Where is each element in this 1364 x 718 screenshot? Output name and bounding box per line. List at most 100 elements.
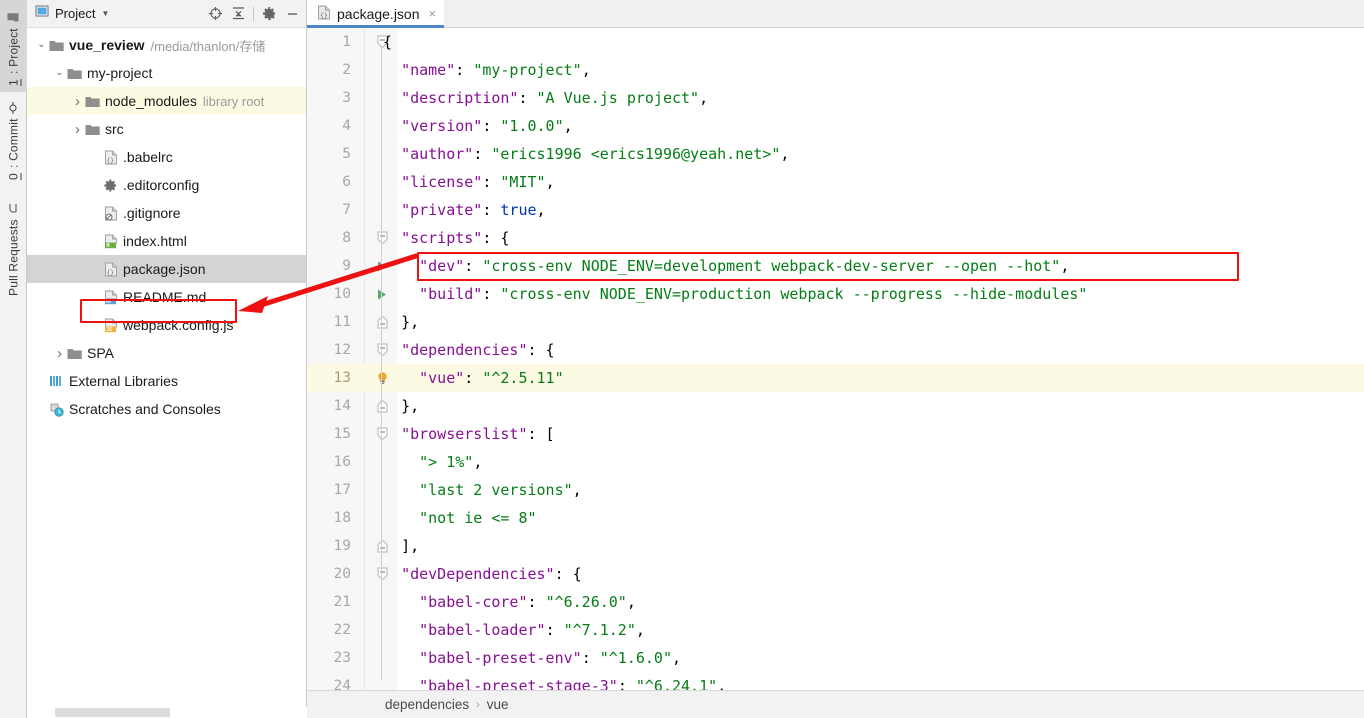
code-text: "dependencies": { xyxy=(401,341,555,359)
line-number: 9 xyxy=(342,258,351,274)
code-line-7[interactable]: 7 "private": true, xyxy=(307,196,1364,224)
code-line-23[interactable]: 23 "babel-preset-env": "^1.6.0", xyxy=(307,644,1364,672)
chevron-down-icon[interactable]: ⌄ xyxy=(35,40,48,50)
code-line-12[interactable]: 12 "dependencies": { xyxy=(307,336,1364,364)
code-line-15[interactable]: 15 "browserslist": [ xyxy=(307,420,1364,448)
project-panel-toolbar xyxy=(207,6,302,22)
json-file-icon: {} xyxy=(317,5,331,23)
gear-icon[interactable] xyxy=(261,6,277,22)
tree-item-label: index.html xyxy=(123,233,187,249)
code-line-16[interactable]: 16 "> 1%", xyxy=(307,448,1364,476)
code-line-8[interactable]: 8 "scripts": { xyxy=(307,224,1364,252)
code-line-6[interactable]: 6 "license": "MIT", xyxy=(307,168,1364,196)
chevron-down-icon[interactable]: ▼ xyxy=(101,9,109,18)
locate-target-icon[interactable] xyxy=(207,6,223,22)
tree-item-src[interactable]: › src xyxy=(27,115,306,143)
code-line-22[interactable]: 22 "babel-loader": "^7.1.2", xyxy=(307,616,1364,644)
code-text: }, xyxy=(401,397,420,415)
code-line-13[interactable]: 13 "vue": "^2.5.11" xyxy=(307,364,1364,392)
line-number: 20 xyxy=(333,566,351,582)
tree-item-package-json[interactable]: {} package.json xyxy=(27,255,306,283)
code-text: { xyxy=(383,33,393,51)
code-text: "babel-loader": "^7.1.2", xyxy=(419,621,645,639)
code-line-4[interactable]: 4 "version": "1.0.0", xyxy=(307,112,1364,140)
tree-item-webpack-config-js[interactable]: JS webpack.config.js xyxy=(27,311,306,339)
code-line-18[interactable]: 18 "not ie <= 8" xyxy=(307,504,1364,532)
toolwindow-tab-pull-requests[interactable]: Pull Requests xyxy=(0,190,27,302)
markdown-file-icon: MD xyxy=(102,290,119,305)
external-libraries-icon xyxy=(48,374,65,388)
tree-item-vue-review[interactable]: ⌄ vue_review/media/thanlon/存储 xyxy=(27,31,306,59)
code-viewport[interactable]: 1{2 "name": "my-project", 3 "description"… xyxy=(307,28,1364,690)
tree-item-editorconfig[interactable]: .editorconfig xyxy=(27,171,306,199)
code-line-9[interactable]: 9 "dev": "cross-env NODE_ENV=development… xyxy=(307,252,1364,280)
json-file-icon: {} xyxy=(102,262,119,277)
code-line-14[interactable]: 14 }, xyxy=(307,392,1364,420)
code-lines: 1{2 "name": "my-project", 3 "description"… xyxy=(307,28,1364,690)
code-line-21[interactable]: 21 "babel-core": "^6.26.0", xyxy=(307,588,1364,616)
line-number: 4 xyxy=(342,118,351,134)
code-text: "last 2 versions", xyxy=(419,481,582,499)
project-file-tree[interactable]: ⌄ vue_review/media/thanlon/存储 ⌄ my-project ›… xyxy=(27,28,306,718)
tree-item-label: .gitignore xyxy=(123,205,181,221)
tree-item-readme-md[interactable]: MD README.md xyxy=(27,283,306,311)
fold-connector xyxy=(381,356,382,400)
chevron-down-icon[interactable]: ⌄ xyxy=(53,68,66,78)
folder-icon xyxy=(84,95,101,108)
editor-tab-package-json[interactable]: {} package.json × xyxy=(307,0,445,28)
collapse-all-icon[interactable] xyxy=(230,6,246,22)
tree-item-label: src xyxy=(105,121,124,137)
code-text: "> 1%", xyxy=(419,453,483,471)
breadcrumb-item-dependencies[interactable]: dependencies xyxy=(385,697,469,712)
line-number: 6 xyxy=(342,174,351,190)
code-text: "babel-core": "^6.26.0", xyxy=(419,593,636,611)
tree-item-spa[interactable]: › SPA xyxy=(27,339,306,367)
toolwindow-tab-project[interactable]: 1: Project xyxy=(0,0,27,92)
code-text: "author": "erics1996 <erics1996@yeah.net… xyxy=(401,145,790,163)
code-line-2[interactable]: 2 "name": "my-project", xyxy=(307,56,1364,84)
project-panel-header: Project ▼ xyxy=(27,0,306,28)
tree-item-label: package.json xyxy=(123,261,206,277)
tree-item-gitignore[interactable]: .gitignore xyxy=(27,199,306,227)
tree-item-index-html[interactable]: Hindex.html xyxy=(27,227,306,255)
code-text: "dev": "cross-env NODE_ENV=development w… xyxy=(419,257,1070,275)
chevron-right-icon[interactable]: › xyxy=(71,122,84,137)
toolwindow-tab-commit-num: 0 xyxy=(6,173,21,180)
line-number: 8 xyxy=(342,230,351,246)
code-line-20[interactable]: 20 "devDependencies": { xyxy=(307,560,1364,588)
tree-item-external-libraries[interactable]: External Libraries xyxy=(27,367,306,395)
folder-icon xyxy=(7,12,21,23)
code-line-11[interactable]: 11 }, xyxy=(307,308,1364,336)
chevron-right-icon[interactable]: › xyxy=(53,346,66,361)
project-panel-hscrollbar[interactable] xyxy=(27,707,307,718)
tree-item-scratches-and-consoles[interactable]: Scratches and Consoles xyxy=(27,395,306,423)
code-text: "browserslist": [ xyxy=(401,425,555,443)
tree-item-label: my-project xyxy=(87,65,153,81)
folder-icon xyxy=(66,67,83,80)
breadcrumb-item-vue[interactable]: vue xyxy=(487,697,509,712)
line-number: 11 xyxy=(333,314,351,330)
chevron-right-icon[interactable]: › xyxy=(71,94,84,109)
code-line-10[interactable]: 10 "build": "cross-env NODE_ENV=producti… xyxy=(307,280,1364,308)
tree-item-label: node_modules xyxy=(105,93,197,109)
close-icon[interactable]: × xyxy=(429,6,437,21)
tree-item-babelrc[interactable]: {} .babelrc xyxy=(27,143,306,171)
chevron-right-icon: › xyxy=(476,698,480,711)
line-number: 22 xyxy=(333,622,351,638)
code-line-17[interactable]: 17 "last 2 versions", xyxy=(307,476,1364,504)
line-number: 12 xyxy=(333,342,351,358)
code-line-1[interactable]: 1{ xyxy=(307,28,1364,56)
line-number: 17 xyxy=(333,482,351,498)
code-line-24[interactable]: 24 "babel-preset-stage-3": "^6.24.1", xyxy=(307,672,1364,690)
code-line-5[interactable]: 5 "author": "erics1996 <erics1996@yeah.n… xyxy=(307,140,1364,168)
minimize-icon[interactable] xyxy=(284,6,300,22)
toolwindow-tab-commit[interactable]: 0: Commit xyxy=(0,96,27,186)
tree-item-my-project[interactable]: ⌄ my-project xyxy=(27,59,306,87)
tree-item-node-modules[interactable]: › node_modules library root xyxy=(27,87,306,115)
line-number: 21 xyxy=(333,594,351,610)
line-number: 15 xyxy=(333,426,351,442)
code-line-19[interactable]: 19 ], xyxy=(307,532,1364,560)
tree-item-label: .babelrc xyxy=(123,149,173,165)
code-line-3[interactable]: 3 "description": "A Vue.js project", xyxy=(307,84,1364,112)
hscrollbar-thumb[interactable] xyxy=(55,708,170,717)
